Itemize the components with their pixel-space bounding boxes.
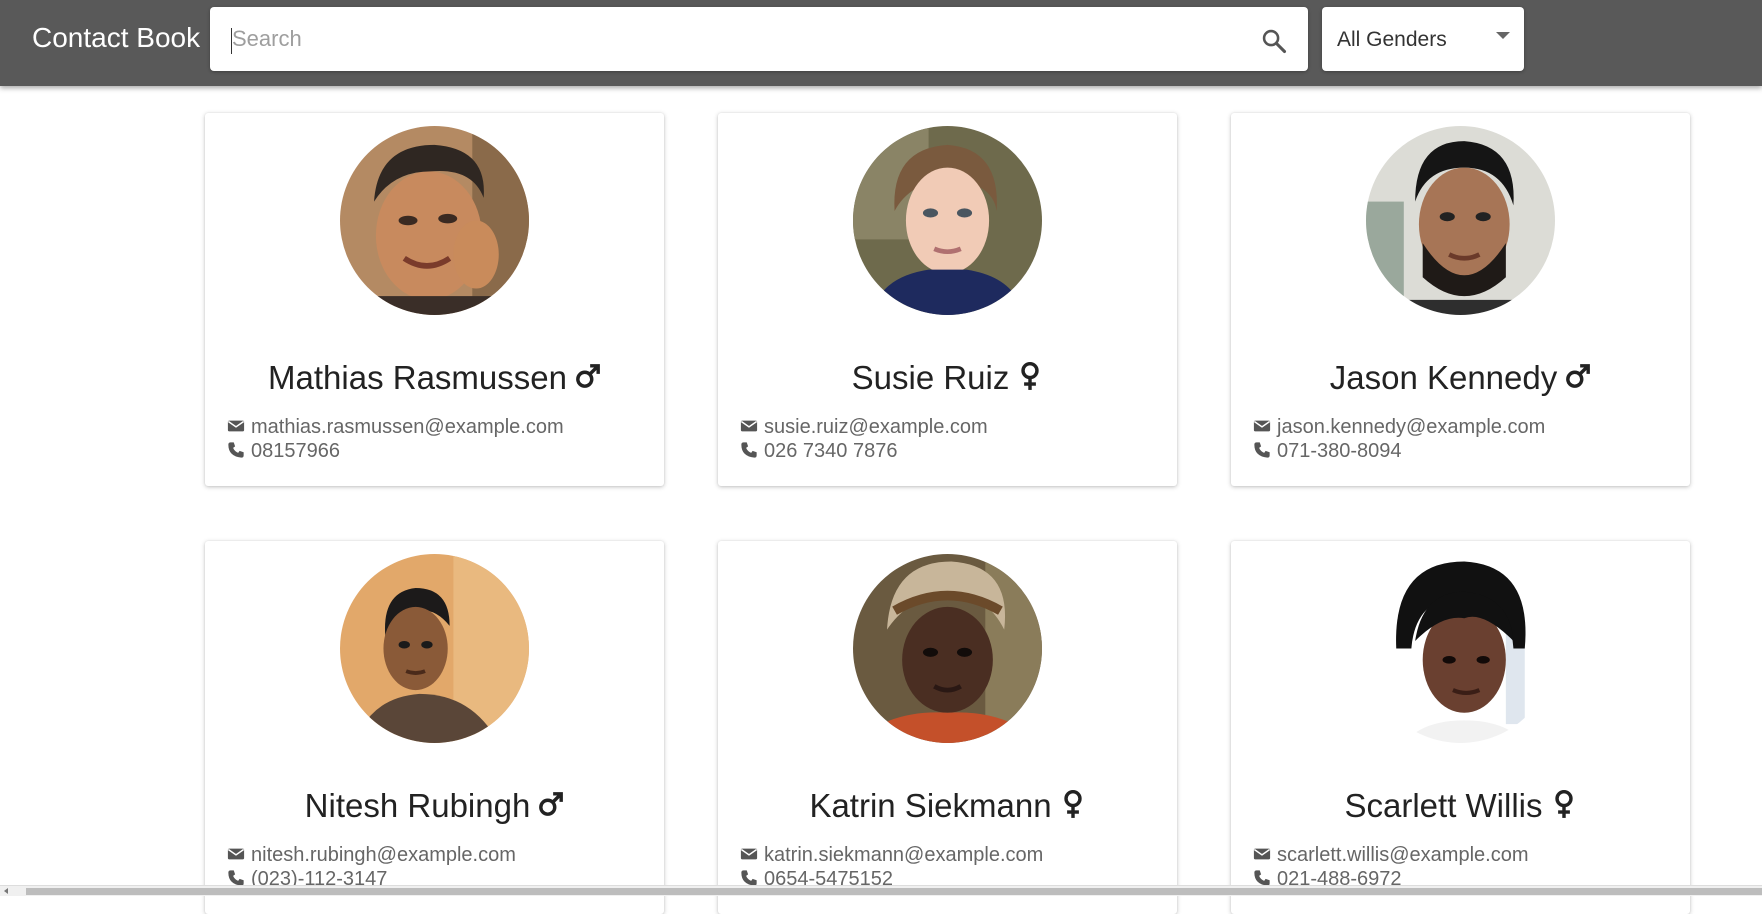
contact-card: Jason Kennedy jason.kennedy@example.com … [1231,113,1690,486]
gender-filter-select[interactable]: All Genders [1322,7,1524,71]
envelope-icon [227,848,245,860]
male-icon [539,792,564,816]
avatar [1366,554,1555,743]
contact-card: Scarlett Willis scarlett.willis@example.… [1231,541,1690,914]
contact-email[interactable]: nitesh.rubingh@example.com [251,844,516,866]
contact-name: Katrin Siekmann [809,787,1052,824]
avatar-photo [1366,126,1555,315]
email-line: katrin.siekmann@example.com [740,843,1043,867]
male-icon [1566,364,1591,388]
female-icon [1021,361,1040,390]
contact-email[interactable]: katrin.siekmann@example.com [764,844,1043,866]
search-box[interactable] [210,7,1308,71]
horizontal-scrollbar[interactable] [0,885,1762,896]
search-icon[interactable] [1260,27,1288,55]
envelope-icon [740,848,758,860]
phone-icon [1254,442,1270,458]
avatar-photo [340,126,529,315]
avatar [340,126,529,315]
contact-phone[interactable]: 08157966 [251,440,340,462]
contact-name: Susie Ruiz [851,359,1010,396]
female-icon [1063,789,1082,818]
contact-email[interactable]: jason.kennedy@example.com [1277,416,1545,438]
contact-name-line: Mathias Rasmussen [205,358,664,398]
email-line: mathias.rasmussen@example.com [227,415,564,439]
contact-phone[interactable]: 071-380-8094 [1277,440,1402,462]
contact-name-line: Scarlett Willis [1231,786,1690,826]
contact-name-line: Katrin Siekmann [718,786,1177,826]
phone-line: 071-380-8094 [1253,439,1402,463]
avatar [1366,126,1555,315]
phone-line: 026 7340 7876 [740,439,897,463]
avatar-photo [853,554,1042,743]
contact-card: Nitesh Rubingh nitesh.rubingh@example.co… [205,541,664,914]
contact-name: Nitesh Rubingh [304,787,531,824]
avatar-photo [853,126,1042,315]
contact-card: Susie Ruiz susie.ruiz@example.com 026 73… [718,113,1177,486]
scrollbar-thumb[interactable] [26,888,1762,895]
contact-name: Scarlett Willis [1344,787,1543,824]
contact-email[interactable]: mathias.rasmussen@example.com [251,416,564,438]
app-bar: Contact Book All Genders [0,0,1762,86]
app-title: Contact Book [32,22,201,53]
phone-icon [741,442,757,458]
avatar-photo [1366,554,1555,743]
contact-name: Mathias Rasmussen [268,359,567,396]
envelope-icon [740,420,758,432]
avatar [340,554,529,743]
envelope-icon [1253,848,1271,860]
search-input[interactable] [232,7,1232,71]
avatar-photo [340,554,529,743]
contact-email[interactable]: scarlett.willis@example.com [1277,844,1528,866]
contact-email[interactable]: susie.ruiz@example.com [764,416,988,438]
contact-name: Jason Kennedy [1329,359,1558,396]
phone-icon [228,442,244,458]
contact-name-line: Nitesh Rubingh [205,786,664,826]
contact-card: Katrin Siekmann katrin.siekmann@example.… [718,541,1177,914]
phone-line: 08157966 [227,439,340,463]
chevron-down-icon [1496,32,1510,39]
contact-name-line: Susie Ruiz [718,358,1177,398]
gender-filter-value: All Genders [1337,28,1447,51]
contact-card: Mathias Rasmussen mathias.rasmussen@exam… [205,113,664,486]
avatar [853,554,1042,743]
contact-name-line: Jason Kennedy [1231,358,1690,398]
email-line: jason.kennedy@example.com [1253,415,1545,439]
contact-phone[interactable]: 026 7340 7876 [764,440,897,462]
email-line: scarlett.willis@example.com [1253,843,1528,867]
avatar [853,126,1042,315]
email-line: susie.ruiz@example.com [740,415,988,439]
female-icon [1554,789,1573,818]
email-line: nitesh.rubingh@example.com [227,843,516,867]
envelope-icon [1253,420,1271,432]
male-icon [576,364,600,388]
envelope-icon [227,420,245,432]
scroll-left-arrow-icon[interactable] [4,888,8,894]
